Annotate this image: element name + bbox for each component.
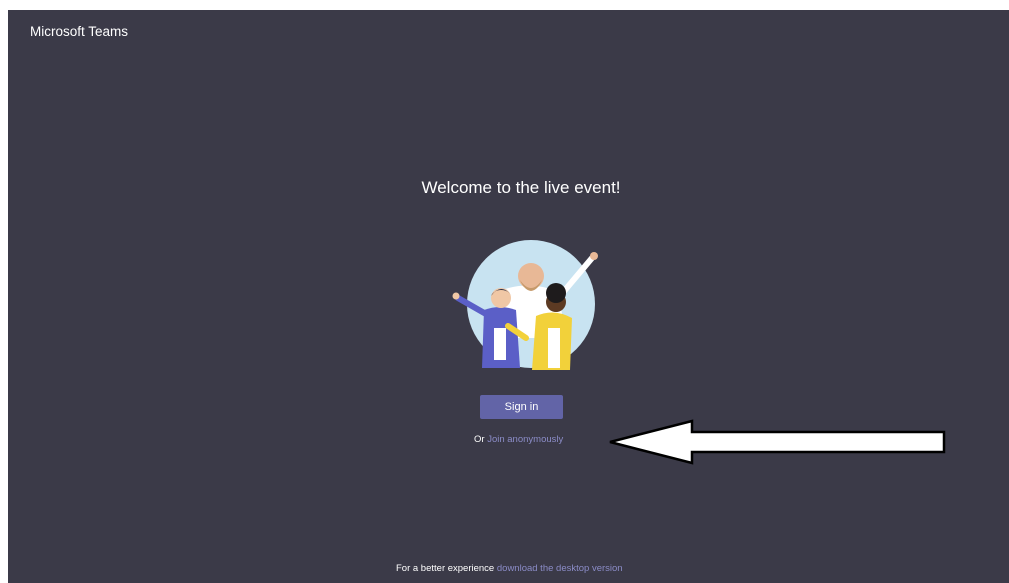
welcome-heading: Welcome to the live event! [421,178,621,197]
or-text: Or [474,434,485,445]
footer: For a better experience download the des… [396,563,623,574]
annotation-arrow-icon [609,419,946,465]
welcome-illustration [452,240,598,370]
teams-window: Microsoft Teams Welcome to the live even… [8,10,1009,583]
app-title: Microsoft Teams [30,24,129,39]
sign-in-button[interactable]: Sign in [480,395,563,419]
join-anonymously-line: Or Join anonymously [474,434,563,445]
join-anonymously-link[interactable]: Join anonymously [487,434,563,445]
footer-text: For a better experience [396,563,495,574]
download-desktop-link[interactable]: download the desktop version [497,563,623,574]
